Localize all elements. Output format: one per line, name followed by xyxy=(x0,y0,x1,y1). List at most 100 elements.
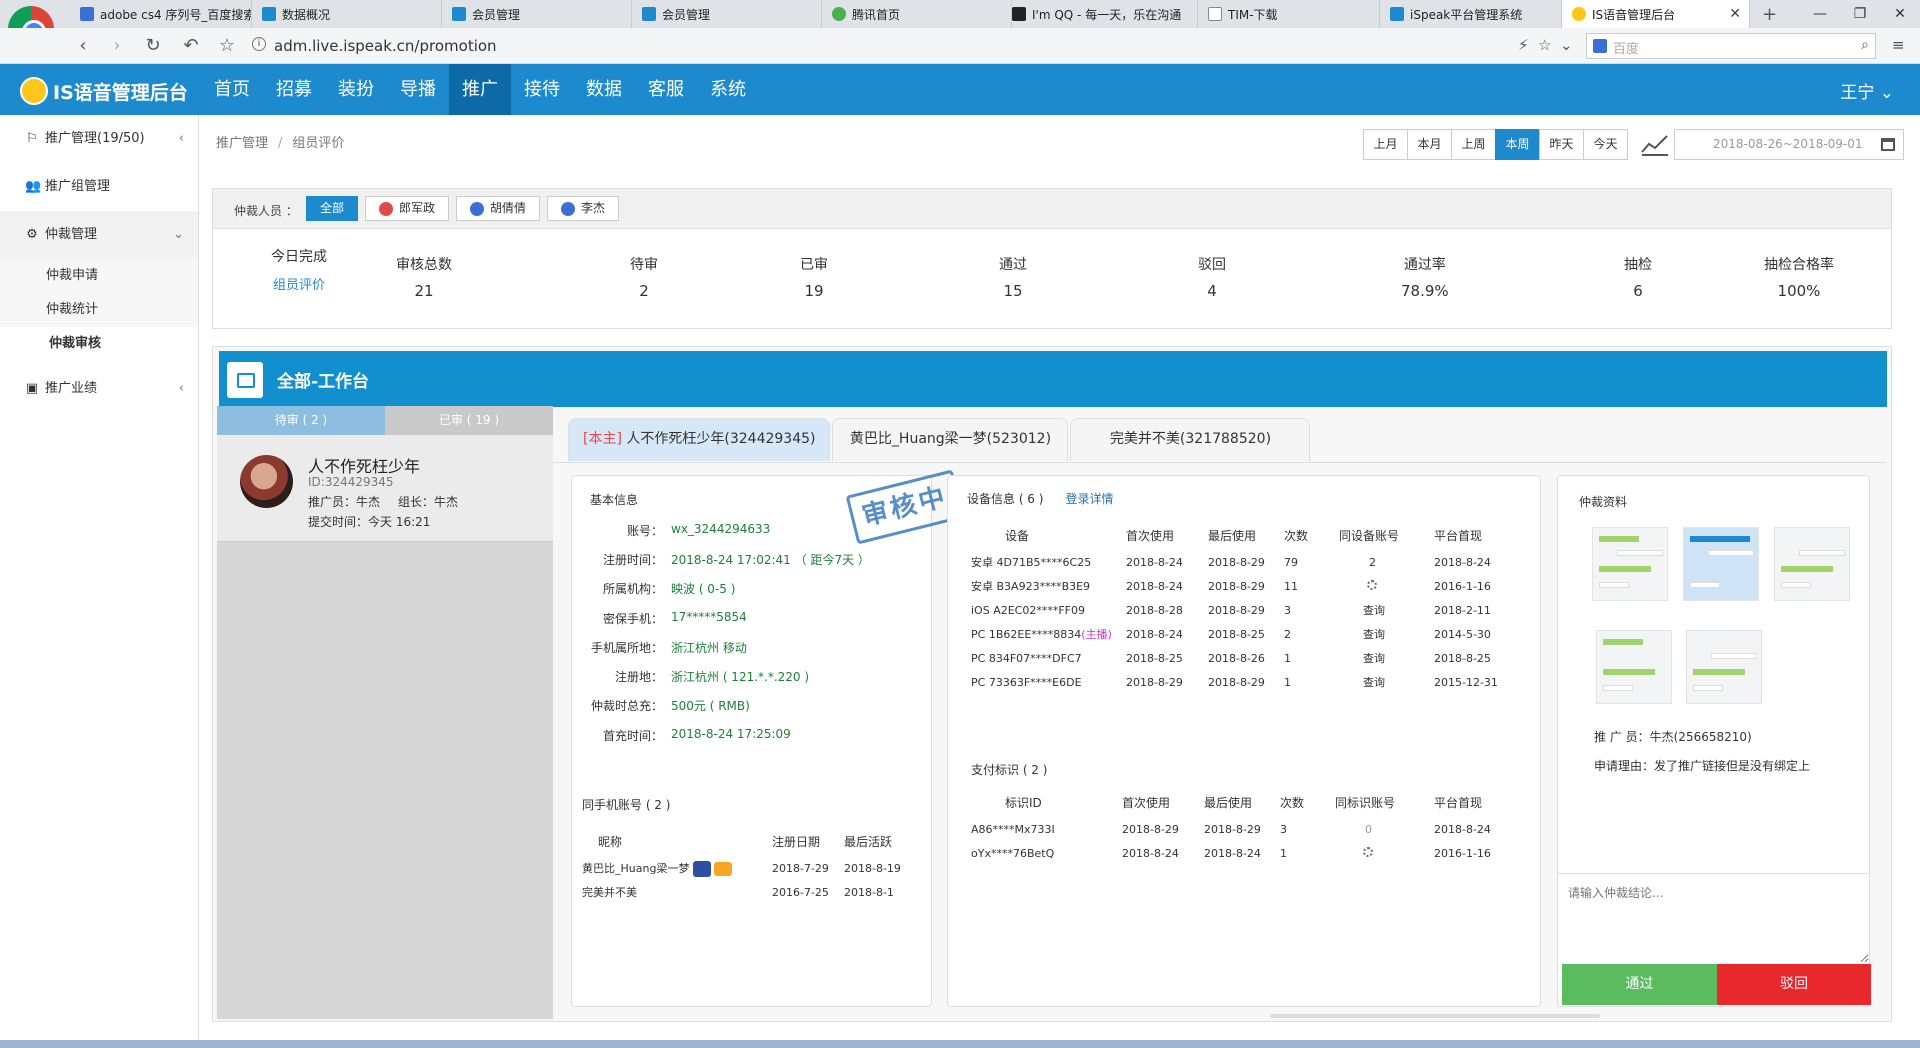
browser-tab-active[interactable]: IS语音管理后台 ✕ xyxy=(1562,0,1750,28)
evidence-thumbnail[interactable] xyxy=(1592,527,1668,601)
evidence-thumbnail[interactable] xyxy=(1686,630,1762,704)
device-id[interactable]: 4D71B5****6C25 xyxy=(997,556,1092,569)
browser-tab[interactable]: 会员管理 xyxy=(632,0,822,28)
table-header-row: 标识ID 首次使用 最后使用 次数 同标识账号 平台首现 xyxy=(971,787,1516,817)
device-id[interactable]: 1B62EE****8834 xyxy=(989,628,1081,641)
nav-recruit[interactable]: 招募 xyxy=(263,64,325,115)
nav-service[interactable]: 客服 xyxy=(635,64,697,115)
nav-data[interactable]: 数据 xyxy=(573,64,635,115)
sidebar-item-performance[interactable]: ▣ 推广业绩 ‹ xyxy=(0,365,198,413)
browser-tab[interactable]: 会员管理 xyxy=(442,0,632,28)
sidebar-item-promotion[interactable]: ⚐ 推广管理(19/50) ‹ xyxy=(0,115,198,163)
tab-close-icon[interactable]: ✕ xyxy=(1729,6,1741,22)
range-this-month-button[interactable]: 本月 xyxy=(1407,129,1452,160)
evidence-thumbnail[interactable] xyxy=(1774,527,1850,601)
table-row[interactable]: PC 834F07****DFC7 2018-8-25 2018-8-26 1 查询 20… xyxy=(971,646,1516,670)
table-row[interactable]: 黄巴比_Huang梁一梦 2018-7-29 2018-8-19 xyxy=(582,856,922,880)
tab-pending[interactable]: 待审 ( 2 ) xyxy=(217,406,385,435)
query-link[interactable]: 查询 xyxy=(1339,646,1434,670)
table-row[interactable]: 安卓 4D71B5****6C25 2018-8-24 2018-8-29 79 2 20… xyxy=(971,550,1516,574)
url-field[interactable]: adm.live.ispeak.cn/promotion xyxy=(274,37,497,55)
evidence-thumbnail[interactable] xyxy=(1683,527,1759,601)
menu-icon[interactable]: ≡ xyxy=(1892,36,1905,54)
query-link[interactable]: 查询 xyxy=(1339,598,1434,622)
forward-icon[interactable]: › xyxy=(106,35,128,56)
filter-all-button[interactable]: 全部 xyxy=(306,196,359,221)
user-menu[interactable]: 王宁 ⌄ xyxy=(1840,78,1894,103)
browser-tab[interactable]: adobe cs4 序列号_百度搜索 xyxy=(70,0,252,28)
sidebar-item-arbitration[interactable]: ⚙ 仲裁管理 ⌄ xyxy=(0,211,198,259)
sidebar-sub-stats[interactable]: 仲裁统计 xyxy=(0,293,198,327)
nav-reception[interactable]: 接待 xyxy=(511,64,573,115)
browser-tab[interactable]: 腾讯首页 xyxy=(822,0,1012,28)
table-row[interactable]: A86****Mx733I 2018-8-29 2018-8-29 3 0 2018-8-… xyxy=(971,817,1516,841)
evidence-thumbnail[interactable] xyxy=(1596,630,1672,704)
back-icon[interactable]: ‹ xyxy=(72,35,94,56)
range-last-week-button[interactable]: 上周 xyxy=(1451,129,1496,160)
range-last-month-button[interactable]: 上月 xyxy=(1363,129,1408,160)
new-tab-button[interactable]: + xyxy=(1752,0,1782,28)
range-yesterday-button[interactable]: 昨天 xyxy=(1539,129,1584,160)
bookmark-star-icon[interactable]: ☆ xyxy=(1538,36,1551,54)
calendar-icon[interactable] xyxy=(1881,138,1895,151)
sidebar-sub-review[interactable]: 仲裁审核 xyxy=(0,327,198,361)
nav-broadcast[interactable]: 导播 xyxy=(387,64,449,115)
same-device-accounts[interactable]: 2 xyxy=(1339,550,1434,574)
table-row[interactable]: oYx****76BetQ 2018-8-24 2018-8-24 1 2016-1-1… xyxy=(971,841,1516,865)
sidebar-sub-apply[interactable]: 仲裁申请 xyxy=(0,259,198,293)
filter-arbiter-button[interactable]: 胡倩倩 xyxy=(456,196,541,221)
device-id[interactable]: B3A923****B3E9 xyxy=(997,580,1091,593)
device-id[interactable]: A2EC02****FF09 xyxy=(993,604,1085,617)
maximize-button[interactable]: ❐ xyxy=(1840,0,1880,28)
payment-id[interactable]: A86****Mx733I xyxy=(971,817,1122,841)
sidebar-item-group[interactable]: 👥 推广组管理 xyxy=(0,163,198,211)
table-row[interactable]: 完美并不美 2016-7-25 2018-8-1 xyxy=(582,880,922,904)
browser-tab[interactable]: 数据概况 xyxy=(252,0,442,28)
range-today-button[interactable]: 今天 xyxy=(1583,129,1628,160)
table-row[interactable]: 安卓 B3A923****B3E9 2018-8-24 2018-8-29 11 201… xyxy=(971,574,1516,598)
range-this-week-button[interactable]: 本周 xyxy=(1495,129,1540,160)
browser-tab[interactable]: I'm QQ - 每一天，乐在沟通 xyxy=(1002,0,1198,28)
login-details-link[interactable]: 登录详情 xyxy=(1065,492,1113,506)
trend-chart-icon[interactable] xyxy=(1639,130,1671,158)
minimize-button[interactable]: — xyxy=(1800,0,1840,28)
user-tab[interactable]: 黄巴比_Huang梁一梦(523012) xyxy=(832,418,1069,461)
horizontal-scrollbar[interactable] xyxy=(1270,1014,1600,1018)
user-tab[interactable]: 完美并不美(321788520) xyxy=(1070,418,1311,461)
close-window-button[interactable]: ✕ xyxy=(1880,0,1920,28)
user-tab-main[interactable]: [本主] 人不作死枉少年(324429345) xyxy=(568,418,831,461)
queue-item[interactable]: 人不作死枉少年 ID:324429345 推广员：牛杰 组长：牛杰 提交时间：今天… xyxy=(217,435,553,542)
tab-reviewed[interactable]: 已审 ( 19 ) xyxy=(385,406,553,435)
undo-icon[interactable]: ↶ xyxy=(180,35,202,56)
star-icon[interactable]: ☆ xyxy=(216,35,238,56)
app-logo[interactable]: IS语音管理后台 xyxy=(20,77,188,105)
table-row[interactable]: PC 73363F****E6DE 2018-8-29 2018-8-29 1 查询 20… xyxy=(971,670,1516,694)
filter-arbiter-button[interactable]: 郎军政 xyxy=(365,196,450,221)
filter-arbiter-button[interactable]: 李杰 xyxy=(547,196,620,221)
nav-promotion[interactable]: 推广 xyxy=(449,64,511,115)
breadcrumb-item[interactable]: 推广管理 xyxy=(216,136,268,151)
dropdown-chevron-icon[interactable]: ⌄ xyxy=(1560,36,1573,54)
browser-search-input[interactable]: 百度 ⌕ xyxy=(1586,33,1876,59)
table-row[interactable]: PC 1B62EE****8834(主播) 2018-8-24 2018-8-25 2… xyxy=(971,622,1516,646)
query-link[interactable]: 查询 xyxy=(1339,670,1434,694)
query-link[interactable]: 查询 xyxy=(1339,622,1434,646)
device-id[interactable]: 834F07****DFC7 xyxy=(989,652,1082,665)
date-range-input[interactable]: 2018-08-26~2018-09-01 xyxy=(1674,129,1904,160)
search-icon[interactable]: ⌕ xyxy=(1861,37,1869,53)
reload-icon[interactable]: ↻ xyxy=(142,35,164,56)
nav-decorate[interactable]: 装扮 xyxy=(325,64,387,115)
browser-tab[interactable]: iSpeak平台管理系统 xyxy=(1380,0,1562,28)
arbitration-conclusion-input[interactable] xyxy=(1558,873,1869,963)
reject-button[interactable]: 驳回 xyxy=(1717,964,1871,1005)
nav-home[interactable]: 首页 xyxy=(201,64,263,115)
lightning-icon[interactable]: ⚡ xyxy=(1518,36,1529,54)
nav-system[interactable]: 系统 xyxy=(697,64,759,115)
approve-button[interactable]: 通过 xyxy=(1562,964,1717,1005)
today-link[interactable]: 组员评价 xyxy=(271,274,327,293)
page-info-icon[interactable]: i xyxy=(252,37,266,51)
device-id[interactable]: 73363F****E6DE xyxy=(989,676,1082,689)
browser-tab[interactable]: TIM-下载 xyxy=(1198,0,1380,28)
payment-id[interactable]: oYx****76BetQ xyxy=(971,841,1122,865)
table-row[interactable]: iOS A2EC02****FF09 2018-8-28 2018-8-29 3 查询 2… xyxy=(971,598,1516,622)
